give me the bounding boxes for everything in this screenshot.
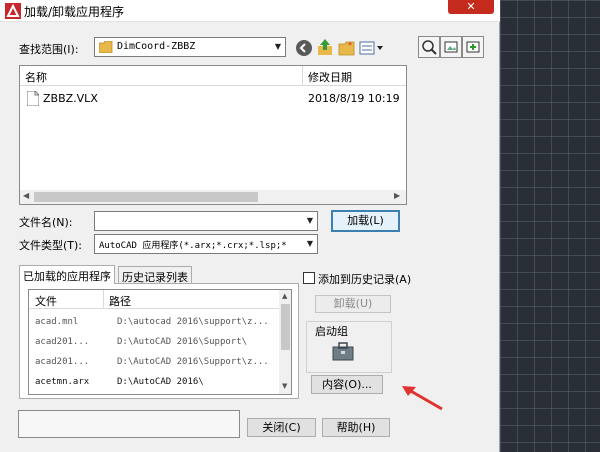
list-item[interactable]: acad201... D:\AutoCAD 2016\Support\z...	[29, 353, 279, 373]
unload-button[interactable]: 卸载(U)	[315, 295, 391, 313]
new-folder-icon[interactable]: *	[338, 39, 356, 57]
load-button[interactable]: 加载(L)	[331, 210, 400, 232]
column-file-header[interactable]: 文件	[35, 293, 57, 309]
file-type-label: 文件类型(T):	[19, 239, 83, 252]
load-unload-dialog: 加载/卸载应用程序 ✕ 查找范围(I): DimCoord-ZBBZ ▼ * 名…	[0, 0, 500, 452]
file-name-label: 文件名(N):	[19, 216, 73, 229]
column-path-header[interactable]: 路径	[109, 293, 131, 309]
add-icon	[466, 41, 480, 53]
list-item[interactable]: acad201... D:\AutoCAD 2016\Support\	[29, 333, 279, 353]
file-name-input[interactable]: ▼	[94, 211, 318, 231]
add-to-history-checkbox[interactable]	[303, 272, 315, 284]
loaded-file-path: D:\AutoCAD 2016\Support\	[117, 337, 248, 347]
look-in-label: 查找范围(I):	[19, 43, 79, 56]
close-window-button[interactable]: ✕	[448, 0, 494, 14]
folder-icon	[99, 41, 113, 53]
title-bar: 加载/卸载应用程序 ✕	[0, 0, 500, 22]
loaded-applications-list[interactable]: 文件 路径 acad.mnl D:\autocad 2016\support\z…	[28, 289, 292, 395]
views-menu-icon[interactable]	[359, 39, 385, 57]
scroll-thumb[interactable]	[281, 304, 290, 350]
loaded-file-name: acad201...	[35, 357, 90, 367]
sort-caret-icon: ^	[155, 65, 163, 73]
autocad-logo-icon	[5, 3, 21, 19]
back-icon[interactable]	[295, 39, 313, 57]
help-button[interactable]: 帮助(H)	[322, 418, 390, 437]
file-list[interactable]: 名称 ^ 修改日期 ZBBZ.VLX 2018/8/19 10:19 ◀ ▶	[19, 65, 407, 205]
column-date-header[interactable]: 修改日期	[308, 69, 352, 85]
column-divider	[302, 66, 303, 86]
scroll-thumb[interactable]	[34, 192, 258, 202]
scroll-down-icon[interactable]: ▼	[282, 382, 287, 390]
column-name-header[interactable]: 名称	[25, 69, 47, 85]
column-divider	[103, 290, 104, 309]
window-title: 加载/卸载应用程序	[24, 5, 125, 19]
search-icon	[422, 40, 437, 55]
drawing-canvas-background	[500, 0, 600, 452]
loaded-file-path: D:\autocad 2016\support\z...	[117, 317, 269, 327]
horizontal-scrollbar[interactable]: ◀ ▶	[20, 190, 406, 204]
file-type-combo[interactable]: AutoCAD 应用程序(*.arx;*.crx;*.lsp;* ▼	[94, 234, 318, 254]
look-in-combo[interactable]: DimCoord-ZBBZ ▼	[94, 37, 286, 57]
loaded-file-name: acad201...	[35, 337, 90, 347]
file-row[interactable]: ZBBZ.VLX 2018/8/19 10:19	[20, 90, 406, 108]
chevron-down-icon: ▼	[306, 216, 313, 225]
image-frame-icon	[444, 41, 458, 53]
contents-button[interactable]: 内容(O)...	[311, 375, 383, 394]
tab-history-list[interactable]: 历史记录列表	[118, 266, 192, 284]
look-in-value: DimCoord-ZBBZ	[117, 41, 196, 52]
find-file-button[interactable]	[418, 36, 440, 58]
tab-loaded-applications[interactable]: 已加载的应用程序	[19, 265, 115, 284]
scroll-up-icon[interactable]: ▲	[282, 292, 287, 300]
close-button[interactable]: 关闭(C)	[247, 418, 316, 437]
file-date: 2018/8/19 10:19	[308, 92, 400, 105]
scroll-left-icon[interactable]: ◀	[23, 191, 29, 200]
loaded-list-header: 文件 路径	[29, 290, 279, 309]
chevron-down-icon: ▼	[306, 239, 313, 248]
loaded-file-path: D:\AutoCAD 2016\Support\z...	[117, 357, 269, 367]
list-item[interactable]: acad.mnl D:\autocad 2016\support\z...	[29, 313, 279, 333]
chevron-down-icon: ▼	[274, 42, 281, 51]
document-icon	[27, 91, 39, 106]
svg-text:*: *	[348, 41, 352, 50]
file-type-value: AutoCAD 应用程序(*.arx;*.crx;*.lsp;*	[99, 241, 287, 251]
add-favorite-button[interactable]	[462, 36, 484, 58]
briefcase-icon	[332, 342, 354, 361]
vertical-scrollbar[interactable]: ▲ ▼	[279, 290, 291, 394]
add-to-history-label: 添加到历史记录(A)	[318, 273, 412, 286]
scroll-right-icon[interactable]: ▶	[394, 191, 400, 200]
locations-button[interactable]	[440, 36, 462, 58]
file-list-header: 名称 ^ 修改日期	[20, 66, 406, 86]
tab-panel: 文件 路径 acad.mnl D:\autocad 2016\support\z…	[19, 283, 299, 399]
loaded-file-path: D:\AutoCAD 2016\	[117, 377, 204, 387]
loaded-file-name: acetmn.arx	[35, 377, 90, 387]
up-folder-icon[interactable]	[316, 38, 334, 56]
list-item[interactable]: acetmn.arx D:\AutoCAD 2016\	[29, 373, 279, 393]
loaded-file-name: acad.mnl	[35, 317, 79, 327]
file-name: ZBBZ.VLX	[43, 92, 98, 105]
status-box	[18, 410, 240, 438]
annotation-arrow	[402, 386, 443, 411]
